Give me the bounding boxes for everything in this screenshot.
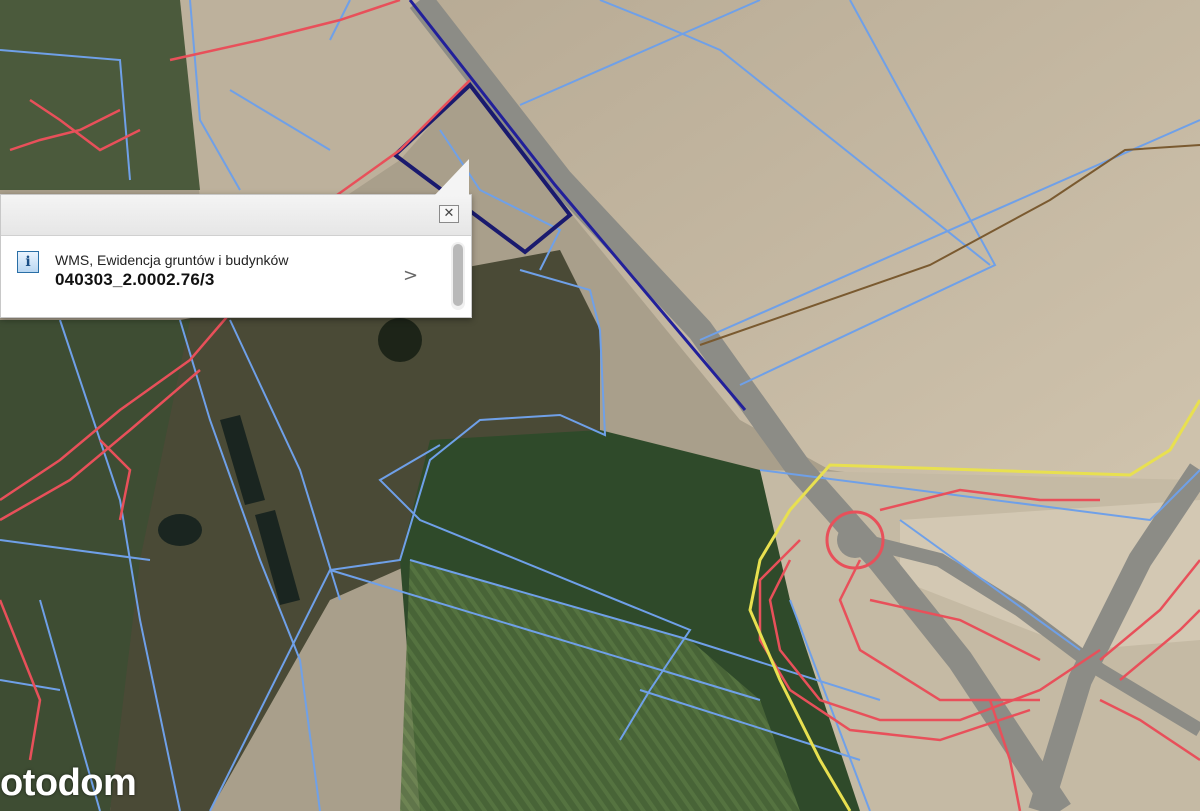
popup-header: ✕: [1, 195, 471, 236]
info-icon: i: [17, 251, 39, 273]
parcel-id[interactable]: 040303_2.0002.76/3: [55, 270, 215, 290]
popup-body: i WMS, Ewidencja gruntów i budynków 0403…: [1, 236, 471, 318]
village-area-northwest: [0, 0, 200, 190]
layer-name: WMS, Ewidencja gruntów i budynków: [55, 252, 289, 268]
pond-north: [378, 318, 422, 362]
close-icon[interactable]: ✕: [439, 205, 459, 223]
pond-west-3: [158, 514, 202, 546]
popup-scrollbar[interactable]: [451, 242, 465, 310]
map-canvas[interactable]: [0, 0, 1200, 811]
scrollbar-thumb[interactable]: [453, 244, 463, 306]
chevron-right-icon[interactable]: >: [403, 265, 418, 286]
feature-info-popup: ✕ i WMS, Ewidencja gruntów i budynków 04…: [0, 159, 472, 318]
popup-pointer: [433, 159, 469, 197]
otodom-logo: otodom: [0, 762, 137, 804]
roundabout-center: [837, 522, 873, 558]
